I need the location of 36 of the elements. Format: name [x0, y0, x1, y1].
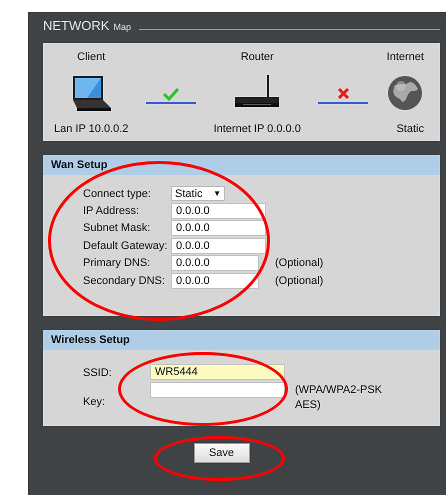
section-header: Wireless Setup — [43, 330, 440, 350]
node-caption: Static — [396, 123, 424, 135]
field-label: Primary DNS: — [83, 257, 152, 269]
link-line — [146, 102, 196, 104]
section-header: Wan Setup — [43, 155, 440, 175]
node-label: Client — [77, 51, 106, 63]
text-field[interactable]: WR5444 — [150, 364, 285, 380]
node-label: Internet — [386, 51, 424, 63]
node-caption: Lan IP 10.0.0.2 — [54, 123, 128, 135]
text-field[interactable]: 0.0.0.0 — [171, 272, 259, 288]
field-label: Key: — [83, 394, 106, 408]
field-label: SSID: — [83, 366, 113, 379]
save-button[interactable]: Save — [194, 443, 250, 463]
caret-icon: ▼ — [213, 189, 221, 198]
text-field[interactable]: 0.0.0.0 — [171, 255, 259, 271]
node-label: Router — [240, 51, 274, 63]
text-field[interactable]: 0.0.0.0 — [171, 220, 266, 236]
field-label: IP Address: — [83, 204, 140, 216]
field-note: (Optional) — [275, 257, 324, 269]
text-field[interactable]: 0.0.0.0 — [171, 238, 266, 254]
field-note: (WPA/WPA2-PSK AES) — [295, 382, 383, 412]
field-label: Secondary DNS: — [83, 274, 166, 286]
page-title: NETWORK — [43, 18, 110, 33]
cross-icon — [336, 87, 350, 100]
field-note: (Optional) — [275, 274, 324, 286]
connect-type-dropdown[interactable]: Static ▼ — [171, 186, 225, 201]
node-caption: Internet IP 0.0.0.0 — [214, 123, 301, 135]
text-field[interactable]: 0.0.0.0 — [171, 202, 266, 218]
link-line — [318, 102, 368, 104]
check-icon — [163, 87, 179, 101]
globe-icon — [386, 74, 424, 112]
page-subtitle: Map — [113, 22, 131, 32]
field-label: Default Gateway: — [83, 240, 168, 252]
field-label: Connect type: — [83, 188, 152, 200]
text-field[interactable] — [150, 382, 285, 398]
field-label: Subnet Mask: — [83, 222, 152, 234]
